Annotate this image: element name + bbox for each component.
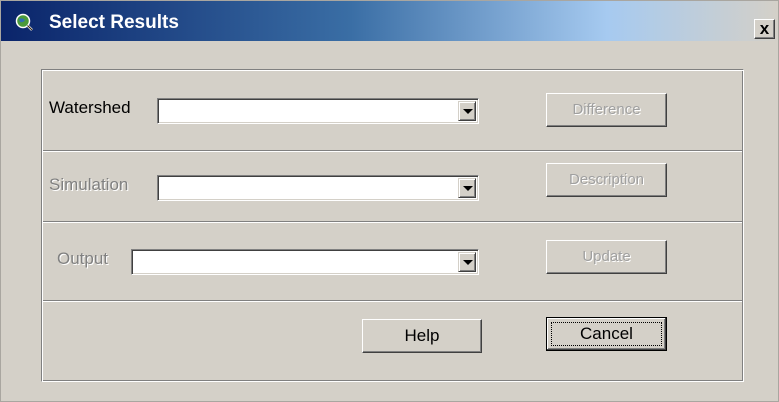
chevron-down-icon: [463, 260, 473, 265]
close-icon: x: [759, 19, 770, 38]
row-divider: [43, 300, 742, 302]
output-label: Output: [57, 249, 109, 268]
simulation-dropdown[interactable]: [157, 175, 479, 201]
watershed-dropdown-arrow[interactable]: [458, 101, 476, 121]
cancel-button[interactable]: Cancel: [546, 317, 667, 351]
watershed-dropdown[interactable]: [157, 98, 479, 124]
chevron-down-icon: [463, 186, 473, 191]
title-bar[interactable]: Select Results: [1, 1, 778, 41]
row-divider: [43, 221, 742, 223]
output-dropdown-arrow[interactable]: [458, 252, 476, 272]
difference-button[interactable]: Difference: [546, 93, 667, 127]
row-divider: [43, 150, 742, 152]
close-button[interactable]: x: [754, 19, 775, 39]
watershed-label: Watershed: [49, 98, 131, 117]
select-results-dialog: Select Results x Watershed Difference Si…: [0, 0, 779, 402]
output-dropdown[interactable]: [131, 249, 479, 275]
simulation-label: Simulation: [49, 175, 129, 194]
simulation-dropdown-arrow[interactable]: [458, 178, 476, 198]
magnifier-globe-icon: [15, 13, 33, 31]
help-button[interactable]: Help: [362, 319, 482, 353]
description-button[interactable]: Description: [546, 163, 667, 197]
chevron-down-icon: [463, 109, 473, 114]
window-title: Select Results: [49, 12, 179, 33]
update-button[interactable]: Update: [546, 240, 667, 274]
